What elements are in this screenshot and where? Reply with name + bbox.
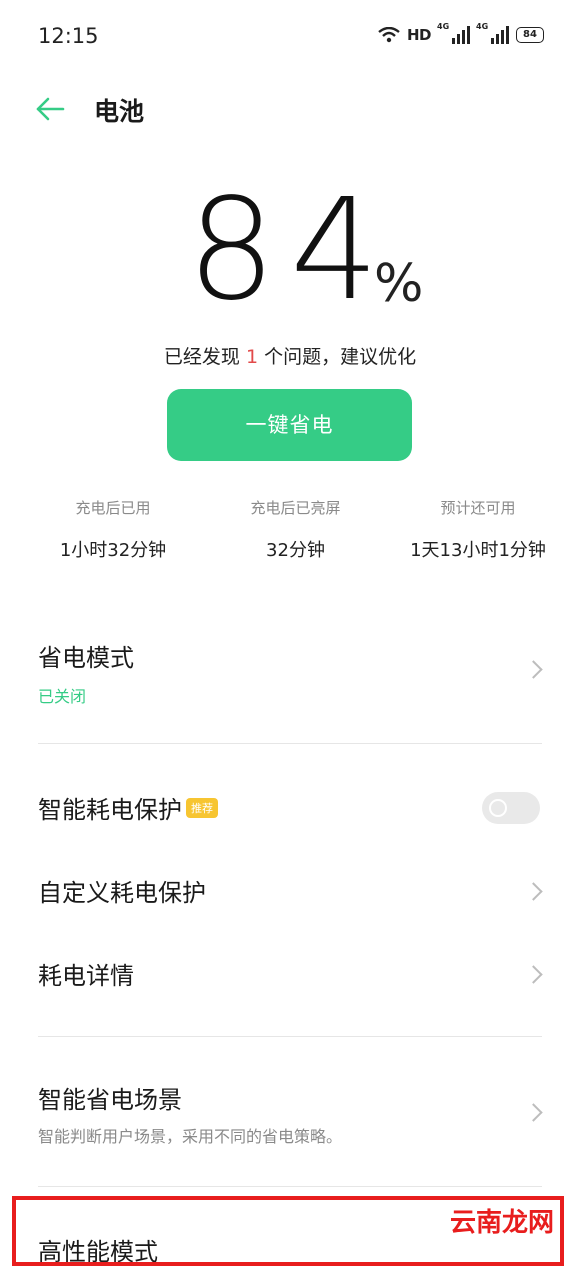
stat-value: 1小时32分钟 [59, 540, 167, 561]
wifi-icon [378, 27, 400, 43]
stat-screen-on-since-charge: 充电后已亮屏 32分钟 [208, 497, 383, 562]
stat-value: 1天13小时1分钟 [410, 540, 546, 561]
setting-smart-protection[interactable]: 智能耗电保护 推荐 [38, 790, 542, 830]
network-type-label: 4G [476, 22, 489, 31]
network-type-label: 4G [437, 22, 450, 31]
percent-sign: % [374, 254, 424, 314]
issue-summary: 已经发现 1 个问题，建议优化 [0, 342, 580, 369]
status-bar: 12:15 HD 4G 4G 84 [0, 0, 580, 72]
stat-estimated-remaining: 预计还可用 1天13小时1分钟 [383, 497, 573, 562]
smart-protection-toggle[interactable] [482, 792, 540, 824]
setting-subtitle: 智能判断用户场景，采用不同的省电策略。 [38, 1127, 343, 1146]
page-title: 电池 [94, 97, 145, 126]
signal-icon: 4G [437, 22, 470, 44]
usage-stats: 充电后已用 1小时32分钟 充电后已亮屏 32分钟 预计还可用 1天13小时1分… [0, 497, 580, 562]
stat-used-since-charge: 充电后已用 1小时32分钟 [18, 497, 208, 562]
setting-status: 已关闭 [38, 687, 87, 706]
divider [38, 743, 542, 744]
status-time: 12:15 [38, 24, 99, 48]
battery-percentage: 84 % [0, 176, 580, 326]
setting-title: 耗电详情 [38, 962, 134, 990]
setting-consumption-details[interactable]: 耗电详情 [38, 956, 543, 996]
setting-title: 智能省电场景 [38, 1086, 182, 1114]
divider [38, 1036, 542, 1037]
stat-label: 预计还可用 [440, 499, 516, 517]
hd-icon: HD [406, 26, 432, 44]
issue-count: 1 [245, 346, 259, 368]
stat-label: 充电后已亮屏 [250, 499, 341, 517]
status-icons: HD 4G 4G 84 [378, 22, 544, 46]
stat-label: 充电后已用 [75, 499, 151, 517]
issue-suffix: 个问题，建议优化 [258, 346, 417, 368]
battery-icon: 84 [516, 27, 544, 43]
setting-power-saving-mode[interactable]: 省电模式 已关闭 [38, 638, 543, 708]
toggle-knob [489, 799, 507, 817]
stat-value: 32分钟 [266, 540, 325, 561]
setting-title: 省电模式 [38, 644, 134, 672]
page-header: 电池 [0, 80, 580, 140]
signal-icon: 4G [476, 22, 509, 44]
one-key-save-button[interactable]: 一键省电 [167, 389, 412, 461]
issue-prefix: 已经发现 [163, 346, 246, 368]
watermark: 云南龙网 [446, 1200, 559, 1241]
setting-title: 智能耗电保护 [38, 796, 182, 824]
setting-smart-scenes[interactable]: 智能省电场景 智能判断用户场景，采用不同的省电策略。 [38, 1080, 543, 1150]
back-arrow-icon[interactable] [34, 94, 66, 124]
setting-custom-protection[interactable]: 自定义耗电保护 [38, 873, 543, 913]
setting-title: 自定义耗电保护 [38, 879, 206, 907]
divider [38, 1186, 542, 1187]
battery-percent-value: 84 [186, 169, 394, 332]
recommended-badge: 推荐 [186, 798, 218, 818]
